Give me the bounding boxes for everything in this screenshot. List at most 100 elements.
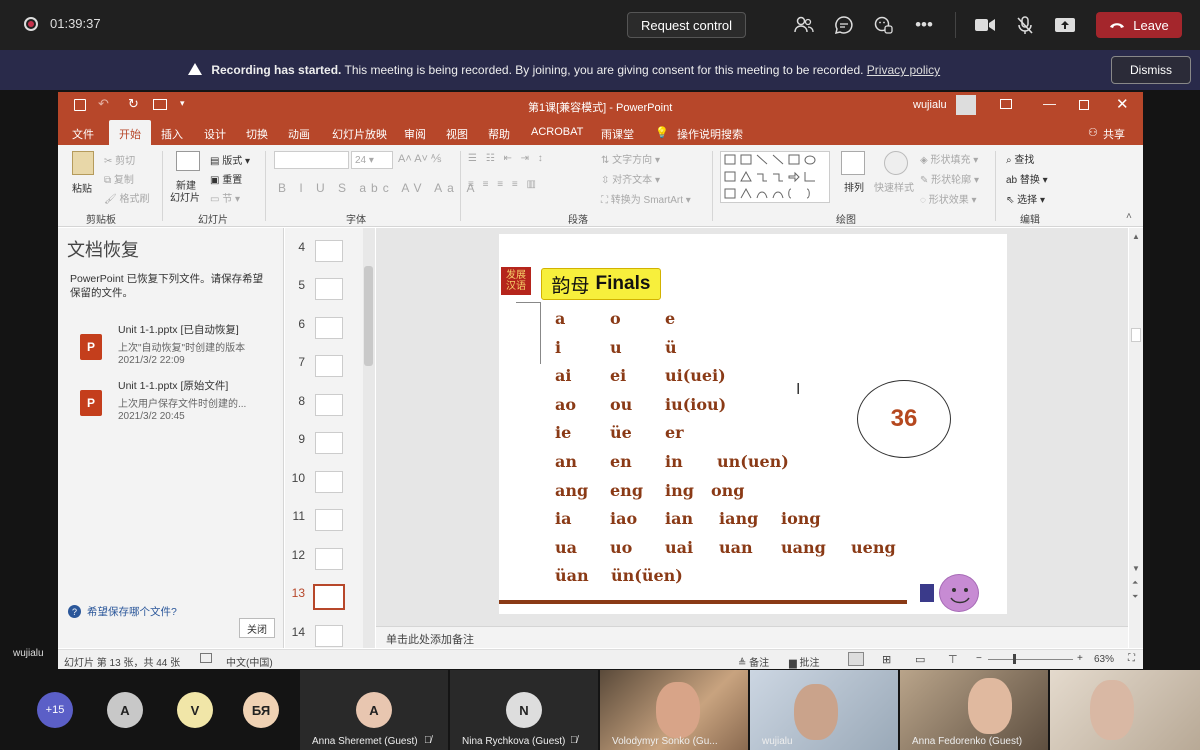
tab-home[interactable]: 开始: [109, 120, 151, 145]
section-button[interactable]: ▭ 节 ▾: [210, 190, 240, 205]
quick-styles-icon[interactable]: [884, 151, 908, 175]
arrange-label[interactable]: 排列: [844, 179, 864, 194]
share-screen-icon[interactable]: [1053, 13, 1077, 37]
scroll-down-icon[interactable]: ▼: [1132, 564, 1140, 573]
slide-thumbnail[interactable]: [315, 548, 343, 570]
share-button[interactable]: 共享: [1103, 126, 1125, 142]
recovery-help-link[interactable]: ? 希望保存哪个文件?: [68, 604, 177, 619]
current-slide[interactable]: 发展 汉语 韵母 Finals a o e i u ü ai ei ui(uei) ao ou iu(…: [499, 234, 1007, 614]
participant-video-tile[interactable]: Volodymyr Sonko (Gu...: [600, 670, 748, 750]
slide-scrollbar[interactable]: ▲ ▼ ⏶ ⏷: [1129, 228, 1143, 648]
slideshow-view-icon[interactable]: ⊤: [948, 653, 958, 666]
tab-animations[interactable]: 动画: [288, 126, 310, 142]
previous-slide-icon[interactable]: ⏶: [1132, 578, 1138, 588]
spellcheck-icon[interactable]: [200, 653, 212, 663]
collapse-ribbon-icon[interactable]: ˄: [1126, 211, 1132, 222]
notes-toggle[interactable]: ≜ 备注: [738, 654, 769, 669]
leave-button[interactable]: Leave: [1096, 12, 1182, 38]
close-icon[interactable]: ✕: [1116, 95, 1129, 113]
redo-icon[interactable]: ↻: [128, 96, 139, 112]
zoom-in-icon[interactable]: +: [1077, 653, 1083, 664]
tell-me-search[interactable]: 操作说明搜索: [677, 126, 743, 142]
list-buttons[interactable]: ☰ ☷ ⇤ ⇥ ↕: [468, 153, 546, 164]
comments-toggle[interactable]: ▆ 批注: [789, 654, 819, 669]
grow-shrink-font-icon[interactable]: A˄ A˅ ⅍: [398, 153, 441, 165]
user-avatar[interactable]: [956, 95, 976, 115]
align-text-button[interactable]: ⇳ 对齐文本 ▾: [601, 171, 660, 186]
share-icon[interactable]: ⚇: [1088, 126, 1098, 139]
tab-acrobat[interactable]: ACROBAT: [531, 126, 583, 138]
participant-tile[interactable]: A Anna Sheremet (Guest) 🎙̸: [300, 670, 448, 750]
format-painter-button[interactable]: 🖌 格式刷: [104, 190, 149, 205]
participants-icon[interactable]: [792, 13, 816, 37]
tab-transitions[interactable]: 切换: [246, 126, 268, 142]
slide-thumbnail[interactable]: [315, 471, 343, 493]
tab-slideshow[interactable]: 幻灯片放映: [332, 126, 387, 142]
slide-thumbnail[interactable]: [315, 240, 343, 262]
tab-help[interactable]: 帮助: [488, 126, 510, 142]
recovery-file-item[interactable]: P Unit 1-1.pptx [原始文件] 上次用户保存文件时创建的... 2…: [58, 376, 283, 424]
slide-thumbnail[interactable]: [315, 278, 343, 300]
copy-button[interactable]: ⧉ 复制: [104, 171, 134, 186]
undo-icon[interactable]: ↶: [98, 96, 109, 112]
fit-to-window-icon[interactable]: ⛶: [1128, 653, 1135, 664]
maximize-icon[interactable]: [1079, 100, 1089, 110]
participant-video-tile[interactable]: [1050, 670, 1200, 750]
save-icon[interactable]: [74, 99, 86, 111]
language-indicator[interactable]: 中文(中国): [226, 654, 273, 669]
next-slide-icon[interactable]: ⏷: [1132, 592, 1138, 602]
font-family-select[interactable]: [274, 151, 349, 169]
slide-thumbnail[interactable]: [315, 509, 343, 531]
zoom-slider[interactable]: [988, 659, 1073, 660]
text-direction-button[interactable]: ⇅ 文字方向 ▾: [601, 151, 660, 166]
quick-styles-label[interactable]: 快速样式: [874, 179, 914, 194]
zoom-slider-thumb[interactable]: [1013, 654, 1016, 664]
zoom-out-icon[interactable]: −: [976, 653, 982, 664]
dismiss-button[interactable]: Dismiss: [1111, 56, 1191, 84]
tab-review[interactable]: 审阅: [404, 126, 426, 142]
participant-avatar[interactable]: БЯ: [243, 692, 279, 728]
recovery-close-button[interactable]: 关闭: [239, 618, 275, 638]
replace-button[interactable]: ab 替换 ▾: [1006, 171, 1048, 186]
camera-icon[interactable]: [973, 13, 997, 37]
reactions-icon[interactable]: [872, 13, 896, 37]
paste-label[interactable]: 粘贴: [72, 180, 92, 195]
present-icon[interactable]: [153, 99, 167, 110]
font-format-buttons[interactable]: B I U S abc AV Aa A: [278, 181, 480, 195]
participant-avatar[interactable]: V: [177, 692, 213, 728]
select-button[interactable]: ⇖ 选择 ▾: [1006, 191, 1045, 206]
tab-rain-classroom[interactable]: 雨课堂: [601, 126, 634, 142]
ribbon-display-icon[interactable]: [1000, 99, 1012, 109]
new-slide-icon[interactable]: [176, 151, 200, 171]
more-options-icon[interactable]: •••: [912, 13, 936, 37]
recovery-file-item[interactable]: P Unit 1-1.pptx [已自动恢复] 上次"自动恢复"时创建的版本 2…: [58, 320, 283, 368]
tab-insert[interactable]: 插入: [161, 126, 183, 142]
participant-avatar[interactable]: A: [107, 692, 143, 728]
slide-thumbnail[interactable]: [315, 432, 343, 454]
align-buttons[interactable]: ≡ ≡ ≡ ≡ ▥: [468, 179, 539, 190]
font-size-select[interactable]: 24 ▾: [351, 151, 393, 169]
shapes-gallery[interactable]: [720, 151, 830, 203]
layout-button[interactable]: ▤ 版式 ▾: [210, 152, 250, 167]
smartart-button[interactable]: ⛶ 转换为 SmartArt ▾: [601, 191, 691, 206]
slide-thumbnail[interactable]: [315, 394, 343, 416]
shape-fill-button[interactable]: ◈ 形状填充 ▾: [920, 151, 978, 166]
slide-thumbnail[interactable]: [315, 317, 343, 339]
slide-thumbnail[interactable]: [315, 355, 343, 377]
participant-tile[interactable]: N Nina Rychkova (Guest) 🎙̸: [450, 670, 598, 750]
normal-view-icon[interactable]: [848, 652, 864, 666]
paste-icon[interactable]: [72, 151, 94, 175]
participant-video-tile[interactable]: wujialu: [750, 670, 898, 750]
reading-view-icon[interactable]: ▭: [915, 653, 925, 666]
slide-thumbnail[interactable]: [315, 625, 343, 647]
new-slide-label-2[interactable]: 幻灯片: [170, 189, 200, 204]
minimize-icon[interactable]: —: [1043, 96, 1056, 111]
participant-video-tile[interactable]: Anna Fedorenko (Guest): [900, 670, 1048, 750]
tab-file[interactable]: 文件: [72, 126, 94, 142]
find-button[interactable]: ⌕ 查找: [1006, 151, 1034, 166]
slide-sorter-icon[interactable]: ⊞: [882, 653, 891, 666]
shape-effects-button[interactable]: ◌ 形状效果 ▾: [920, 191, 977, 206]
customize-toolbar-icon[interactable]: ▾: [180, 98, 185, 109]
zoom-level[interactable]: 63%: [1094, 654, 1114, 665]
mic-muted-icon[interactable]: [1013, 13, 1037, 37]
